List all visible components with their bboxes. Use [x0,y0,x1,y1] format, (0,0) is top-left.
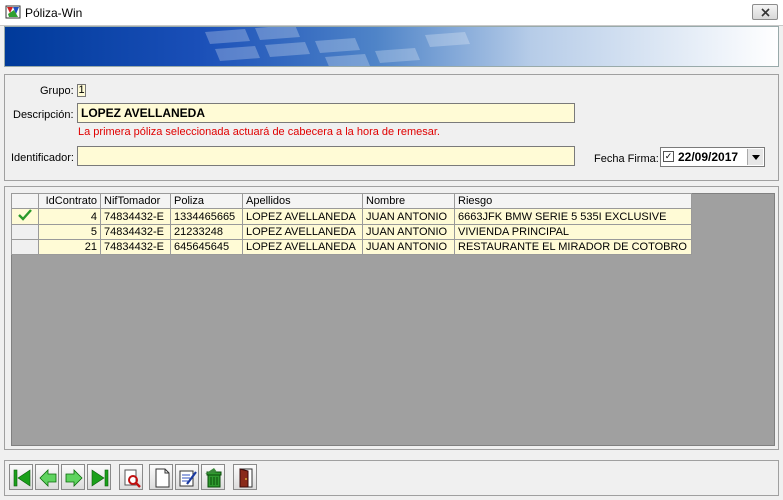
date-dropdown-button[interactable] [747,149,763,165]
row-indicator [11,224,39,240]
identificador-label: Identificador: [11,152,74,164]
close-button[interactable] [752,4,778,20]
close-icon [761,8,770,17]
table-row[interactable]: 21 74834432-E 645645645 LOPEZ AVELLANEDA… [11,239,692,255]
policy-grid[interactable]: IdContrato NifTomador Poliza Apellidos N… [11,193,692,255]
title-bar: Póliza-Win [0,0,783,26]
header-banner [4,26,779,67]
cell-niftomador: 74834432-E [100,224,171,240]
grid-header-row: IdContrato NifTomador Poliza Apellidos N… [11,193,692,209]
cell-idcontrato: 4 [38,208,101,225]
cell-poliza: 21233248 [170,224,243,240]
first-record-icon [13,469,31,487]
edit-document-icon [179,470,197,487]
previous-record-icon [39,469,57,487]
delete-button[interactable] [201,464,225,490]
cell-niftomador: 74834432-E [100,208,171,225]
last-record-icon [91,469,109,487]
cell-poliza: 645645645 [170,239,243,255]
cell-apellidos: LOPEZ AVELLANEDA [242,224,363,240]
table-row[interactable]: 5 74834432-E 21233248 LOPEZ AVELLANEDA J… [11,224,692,240]
keyboard-graphic [205,27,470,66]
grupo-label: Grupo: [40,85,74,97]
column-header-nombre[interactable]: Nombre [362,193,455,209]
descripcion-field[interactable]: LOPEZ AVELLANEDA [77,103,575,123]
identificador-field[interactable] [77,146,575,166]
edit-document-button[interactable] [175,464,199,490]
last-record-button[interactable] [87,464,111,490]
column-header-niftomador[interactable]: NifTomador [100,193,171,209]
app-icon [5,5,21,19]
new-document-button[interactable] [149,464,173,490]
row-indicator [11,208,39,225]
window-title: Póliza-Win [25,6,83,20]
column-header-poliza[interactable]: Poliza [170,193,243,209]
first-record-button[interactable] [9,464,33,490]
row-indicator [11,239,39,255]
cell-niftomador: 74834432-E [100,239,171,255]
cell-idcontrato: 21 [38,239,101,255]
notice-text: La primera póliza seleccionada actuará d… [78,126,440,138]
preview-icon [124,469,141,488]
column-header-apellidos[interactable]: Apellidos [242,193,363,209]
next-record-icon [65,469,83,487]
cell-riesgo: 6663JFK BMW SERIE 5 535I EXCLUSIVE [454,208,692,225]
fecha-firma-checkbox[interactable]: ✓ [663,151,674,162]
new-document-icon [155,468,170,488]
cell-apellidos: LOPEZ AVELLANEDA [242,208,363,225]
chevron-down-icon [752,155,760,160]
fecha-firma-value: 22/09/2017 [678,150,739,164]
cell-apellidos: LOPEZ AVELLANEDA [242,239,363,255]
cell-poliza: 1334465665 [170,208,243,225]
fecha-firma-label: Fecha Firma: [594,153,659,165]
column-header-idcontrato[interactable]: IdContrato [38,193,101,209]
previous-record-button[interactable] [35,464,59,490]
grupo-value: 1 [77,84,86,97]
column-header-riesgo[interactable]: Riesgo [454,193,692,209]
cell-nombre: JUAN ANTONIO [362,208,455,225]
exit-button[interactable] [233,464,257,490]
indicator-header [11,193,39,209]
checkmark-icon [18,209,32,221]
fecha-firma-picker[interactable]: ✓ 22/09/2017 [660,147,765,167]
next-record-button[interactable] [61,464,85,490]
descripcion-label: Descripción: [13,109,74,121]
preview-button[interactable] [119,464,143,490]
cell-nombre: JUAN ANTONIO [362,224,455,240]
cell-idcontrato: 5 [38,224,101,240]
delete-icon [205,468,222,488]
cell-riesgo: VIVIENDA PRINCIPAL [454,224,692,240]
cell-nombre: JUAN ANTONIO [362,239,455,255]
cell-riesgo: RESTAURANTE EL MIRADOR DE COTOBRO [454,239,692,255]
table-row[interactable]: 4 74834432-E 1334465665 LOPEZ AVELLANEDA… [11,208,692,225]
exit-door-icon [239,468,253,488]
